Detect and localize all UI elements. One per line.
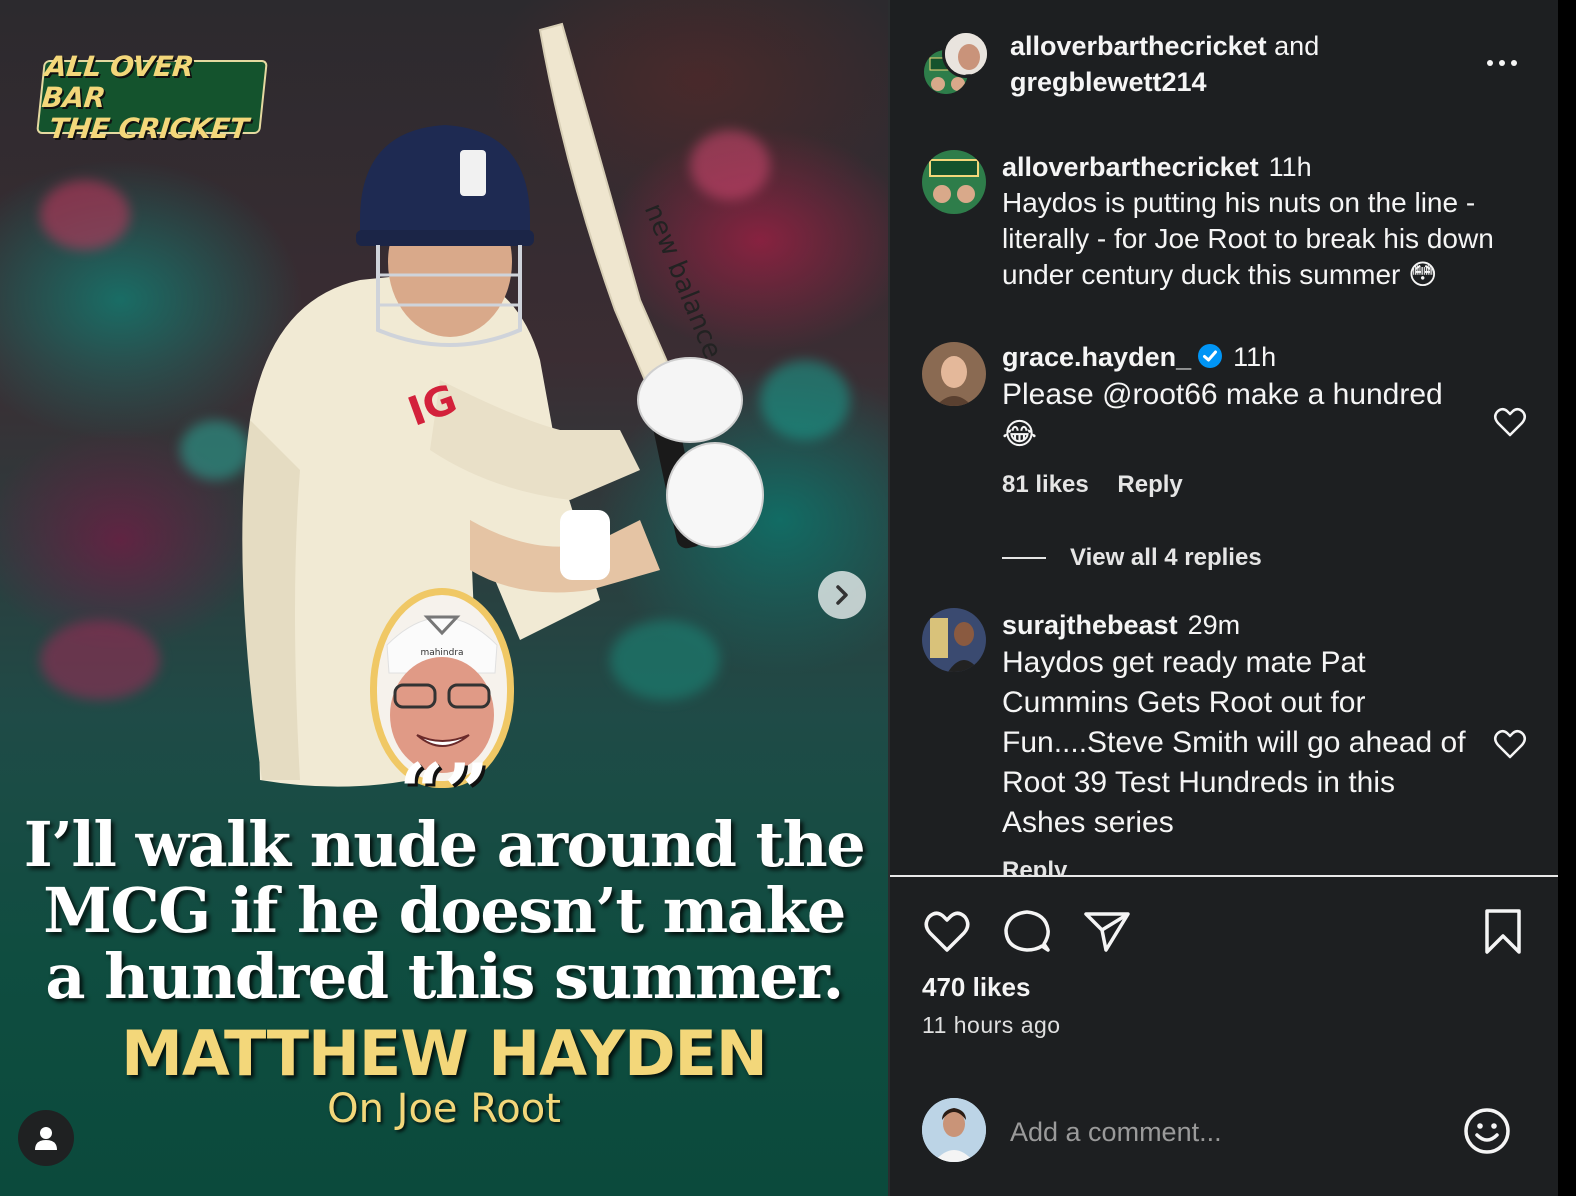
quote-subject: On Joe Root (327, 1086, 561, 1132)
comment-text: Haydos is putting his nuts on the line -… (1002, 187, 1494, 290)
more-options-button[interactable] (1480, 44, 1524, 80)
comment-username[interactable]: alloverbarthecricket (1002, 152, 1259, 182)
comment-time: 29m (1187, 610, 1241, 640)
verified-badge-icon (1198, 344, 1223, 368)
batting-glove (637, 357, 743, 443)
comment-likes[interactable]: 81 likes (1002, 471, 1089, 498)
heart-icon[interactable] (1492, 404, 1528, 440)
post-header: alloverbarthecricket and gregblewett214 (890, 0, 1558, 120)
collab-avatar-user[interactable] (942, 30, 990, 78)
post-likes-count[interactable]: 470 likes (922, 972, 1030, 1003)
divider (890, 875, 1558, 877)
helmet (360, 125, 530, 240)
cap-brand: mahindra (420, 648, 463, 658)
heart-icon[interactable] (922, 906, 972, 956)
user-icon (35, 1127, 57, 1150)
comment-text: Please @root66 make a hundred 😂 (1002, 378, 1443, 451)
comment-composer (890, 1090, 1558, 1180)
comment-time: 11h (1268, 152, 1312, 182)
quote-author: MATTHEW HAYDEN (121, 1017, 768, 1090)
post-panel: alloverbarthecricket and gregblewett214 … (888, 0, 1558, 1196)
comment-username[interactable]: grace.hayden_ (1002, 342, 1191, 372)
ellipsis-icon (1484, 53, 1520, 71)
author-link-1[interactable]: alloverbarthecricket (1010, 31, 1267, 61)
post-image: ALL OVER BAR THE CRICKET IG new balance (0, 0, 888, 1196)
paper-plane-icon[interactable] (1082, 906, 1132, 956)
avatar[interactable] (922, 608, 986, 672)
reply-button[interactable]: Reply (1002, 857, 1067, 875)
next-image-button[interactable] (818, 571, 866, 619)
comment-text: Haydos get ready mate Pat Cummins Gets R… (1002, 646, 1466, 839)
smiley-icon[interactable] (1462, 1106, 1512, 1156)
view-replies-button[interactable]: View all 4 replies (1002, 544, 1262, 572)
window-edge (1558, 0, 1576, 1196)
tagged-users-button[interactable] (18, 1110, 74, 1166)
heart-icon[interactable] (1492, 726, 1528, 762)
post-timestamp: 11 hours ago (922, 1012, 1061, 1038)
chevron-right-icon (836, 585, 848, 605)
view-replies-label: View all 4 replies (1070, 544, 1262, 571)
batting-glove (666, 442, 764, 548)
avatar[interactable] (922, 150, 986, 214)
comment-username[interactable]: surajthebeast (1002, 610, 1178, 640)
comment-input[interactable] (1010, 1108, 1450, 1156)
author-link-2[interactable]: gregblewett214 (1010, 67, 1207, 97)
quote-text: I’ll walk nude around the MCG if he does… (23, 808, 866, 1013)
comment-bubble-icon[interactable] (1002, 906, 1052, 956)
reply-button[interactable]: Reply (1117, 471, 1182, 498)
avatar[interactable] (922, 342, 986, 406)
post-action-bar (890, 878, 1558, 978)
bookmark-icon[interactable] (1478, 906, 1528, 956)
comments-list[interactable]: alloverbarthecricket 11h Haydos is puttin… (890, 120, 1558, 875)
comment-time: 11h (1233, 342, 1277, 372)
post-authors: alloverbarthecricket and gregblewett214 (1010, 28, 1319, 100)
author-joiner: and (1274, 31, 1320, 61)
current-user-avatar[interactable] (922, 1098, 986, 1162)
